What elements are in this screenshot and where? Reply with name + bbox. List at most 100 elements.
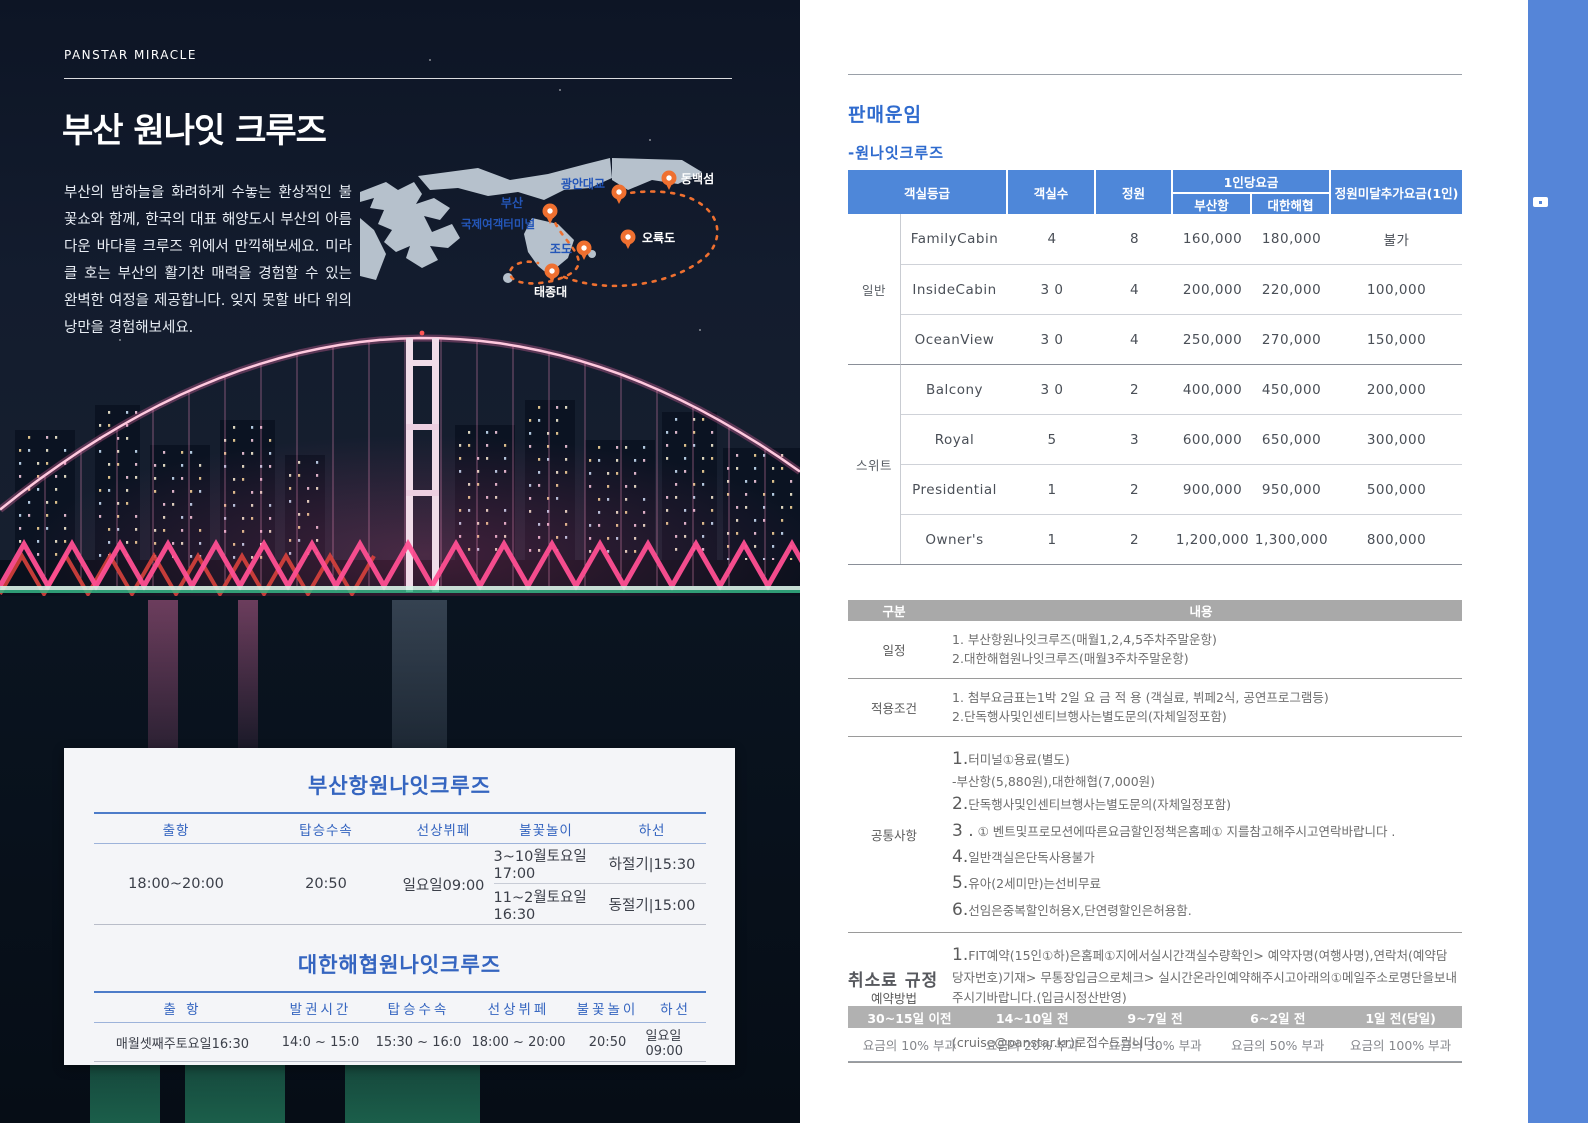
cabin-name: InsideCabin	[901, 264, 1008, 314]
surcharge: 300,000	[1331, 414, 1462, 464]
fare-table: 객실등급 객실수 정원 1인당요금 정원미달추가요금(1인) 부산항 대한해협 …	[848, 170, 1462, 565]
header-fare-per-person: 1인당요금	[1173, 170, 1331, 194]
fares-subheading: -원나잇크루즈	[848, 142, 944, 163]
cell-departure-summer: 3~10월토요일17:00	[494, 844, 599, 884]
bridge-deck	[0, 586, 800, 590]
surcharge: 불가	[1331, 214, 1462, 264]
cell-boarding: 15:30 ~ 16:0	[370, 1023, 468, 1061]
cancel-col: 1일 전(당일)	[1339, 1006, 1462, 1028]
pin-dongbaekseom	[662, 171, 677, 191]
info-table-header: 구분 내용	[848, 600, 1462, 621]
cell-ticketing: 14:0 ~ 15:0	[272, 1023, 370, 1061]
fare-strait: 220,000	[1252, 264, 1331, 314]
intro-description: 부산의 밤하늘을 화려하게 수놓는 환상적인 불꽃쇼와 함께, 한국의 대표 해…	[64, 180, 352, 342]
col-fireworks: 불꽃놀이	[494, 814, 599, 844]
col-buffet: 선상뷔페	[394, 814, 494, 844]
cell-disembark: 일요일09:00	[646, 1023, 706, 1061]
cell-buffet: 18:00 ~ 20:00	[468, 1023, 570, 1061]
room-count: 1	[1008, 464, 1096, 514]
brand-underline	[64, 78, 732, 79]
info-row-schedule: 일정 1. 부산항원나잇크루즈(매월1,2,4,5주차주말운항) 2.대한해협원…	[848, 621, 1462, 679]
cell-departure: 매월셋째주토요일16:30	[94, 1023, 272, 1061]
header-shortfall-surcharge: 정원미달추가요금(1인)	[1331, 170, 1462, 214]
row-label: 일정	[848, 621, 940, 678]
pin-busan-terminal	[543, 204, 558, 225]
col-disembark: 하선	[599, 814, 706, 844]
route-map: 부산 국제여객터미널 광안대교 동백섬 오륙도 조도 태종대	[360, 158, 738, 306]
side-accent-bar	[1528, 0, 1588, 1123]
cancel-fee: 요금의 100% 부과	[1339, 1028, 1462, 1061]
label-busan: 부산	[501, 195, 523, 210]
cell-disembark-time: 일요일09:00	[394, 844, 494, 924]
fare-busan: 400,000	[1173, 364, 1252, 414]
header-cabin-class: 객실등급	[848, 170, 1008, 214]
cell-boarding-summer: 하절기|15:30	[599, 844, 706, 884]
capacity: 8	[1096, 214, 1173, 264]
label-taejongdae: 태종대	[534, 284, 567, 299]
strait-cruise-title: 대한해협원나잇크루즈	[64, 949, 735, 979]
col-fireworks: 불꽃놀이	[570, 993, 646, 1023]
cancel-col: 30~15일 이전	[848, 1006, 971, 1028]
info-row-conditions: 적용조건 1. 첨부요금표는1박 2일 요 금 적 용 (객실료, 뷔페2식, …	[848, 679, 1462, 737]
cabin-name: FamilyCabin	[901, 214, 1008, 264]
surcharge: 800,000	[1331, 514, 1462, 564]
col-departure: 출항	[94, 814, 259, 844]
busan-cruise-title: 부산항원나잇크루즈	[64, 770, 735, 800]
capacity: 2	[1096, 514, 1173, 564]
row-label: 공통사항	[848, 737, 940, 932]
room-count: 4	[1008, 214, 1096, 264]
capacity: 2	[1096, 364, 1173, 414]
pin-gwangandaegyo	[612, 185, 627, 205]
fare-strait: 950,000	[1252, 464, 1331, 514]
cancel-col: 6~2일 전	[1216, 1006, 1339, 1028]
label-jodo: 조도	[550, 242, 572, 256]
cabin-name: Owner's	[901, 514, 1008, 564]
cancellation-table: 30~15일 이전 14~10일 전 9~7일 전 6~2일 전 1일 전(당일…	[848, 1006, 1462, 1062]
cell-fireworks-time: 20:50	[259, 844, 394, 924]
cancel-fee: 요금의 20% 부과	[971, 1028, 1094, 1061]
fare-strait: 270,000	[1252, 314, 1331, 364]
cell-buffet-time: 18:00~20:00	[94, 844, 259, 924]
label-oryukdo: 오륙도	[642, 230, 675, 245]
cancellation-heading: 취소료 규정	[848, 966, 938, 991]
fare-strait: 180,000	[1252, 214, 1331, 264]
room-count: 1	[1008, 514, 1096, 564]
pin-oryukdo	[621, 230, 636, 250]
cell-departure-winter: 11~2월토요일16:30	[494, 884, 599, 924]
right-page: 판매운임 -원나잇크루즈 객실등급 객실수 정원 1인당요금 정원미달추가요금(…	[800, 0, 1528, 1123]
cancel-fee: 요금의 50% 부과	[1216, 1028, 1339, 1061]
fare-busan: 160,000	[1173, 214, 1252, 264]
fare-busan: 250,000	[1173, 314, 1252, 364]
fare-busan: 1,200,000	[1173, 514, 1252, 564]
capacity: 3	[1096, 414, 1173, 464]
header-busan-port: 부산항	[1173, 194, 1252, 214]
fare-strait: 1,300,000	[1252, 514, 1331, 564]
cabin-name: Presidential	[901, 464, 1008, 514]
col-boarding: 탑승수속	[259, 814, 394, 844]
header-category: 구분	[848, 600, 940, 621]
fare-strait: 650,000	[1252, 414, 1331, 464]
label-terminal: 국제여객터미널	[461, 217, 535, 231]
header-korea-strait: 대한해협	[1252, 194, 1331, 214]
label-gwangandaegyo: 광안대교	[561, 176, 605, 191]
surcharge: 150,000	[1331, 314, 1462, 364]
row-label: 적용조건	[848, 679, 940, 736]
label-dongbaekseom: 동백섬	[681, 171, 714, 186]
info-row-common: 공통사항 1.터미널①용료(별도) -부산항(5,880원),대한해협(7,00…	[848, 737, 1462, 933]
cancel-fee: 요금의 10% 부과	[848, 1028, 971, 1061]
fare-busan: 200,000	[1173, 264, 1252, 314]
cabin-name: Royal	[901, 414, 1008, 464]
cell-fireworks: 20:50	[570, 1023, 646, 1061]
header-room-count: 객실수	[1008, 170, 1096, 214]
room-count: 3 0	[1008, 264, 1096, 314]
col-disembark: 하선	[646, 993, 706, 1023]
capacity: 4	[1096, 314, 1173, 364]
header-capacity: 정원	[1096, 170, 1173, 214]
chat-bubble-icon	[1533, 197, 1548, 207]
capacity: 2	[1096, 464, 1173, 514]
schedule-card: 부산항원나잇크루즈 출항 탑승수속 선상뷔페 불꽃놀이 하선 3~10월토요일1…	[64, 748, 735, 1065]
strait-cruise-table: 출 항 발권시간 탑승수속 선상뷔페 불꽃놀이 하선 매월셋째주토요일16:30…	[94, 991, 706, 1062]
brand-name: PANSTAR MIRACLE	[64, 48, 197, 62]
fare-strait: 450,000	[1252, 364, 1331, 414]
cancel-col: 9~7일 전	[1094, 1006, 1217, 1028]
